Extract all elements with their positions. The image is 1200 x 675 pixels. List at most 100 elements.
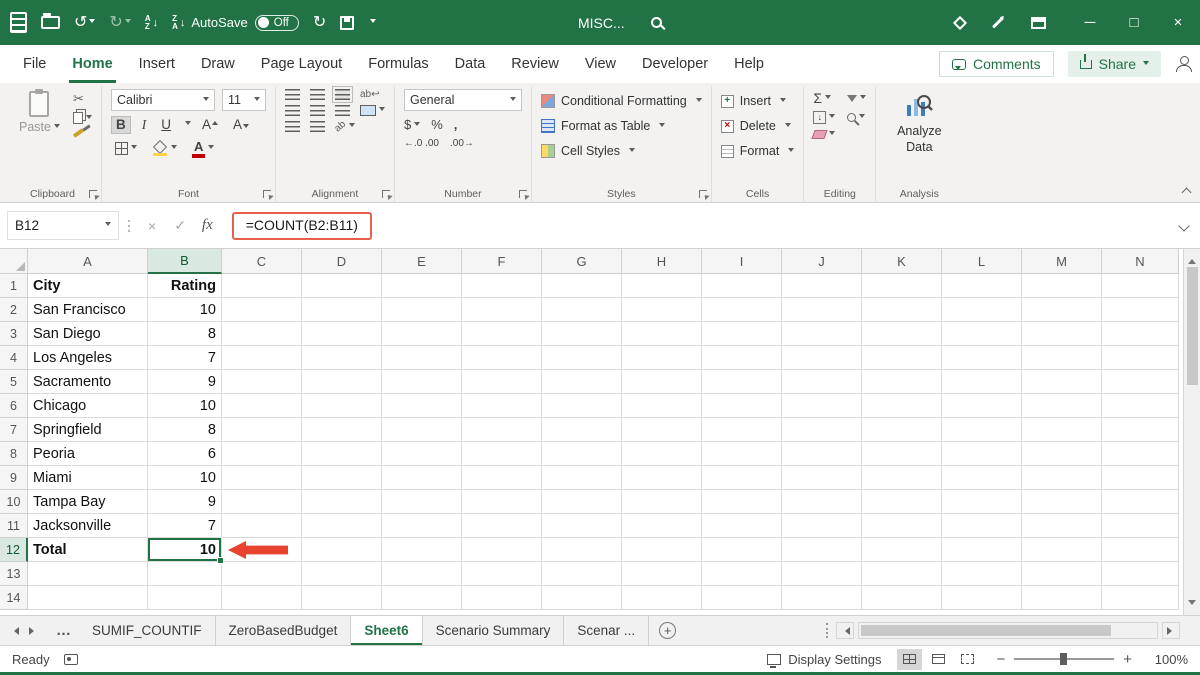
sort-descending-icon[interactable]: ZA↓ bbox=[172, 15, 185, 31]
column-header-B[interactable]: B bbox=[148, 249, 222, 274]
cell-F10[interactable] bbox=[462, 490, 542, 514]
customize-toolbar-chevron[interactable] bbox=[370, 19, 376, 26]
cancel-entry-icon[interactable]: × bbox=[148, 218, 156, 234]
cell-N2[interactable] bbox=[1102, 298, 1179, 322]
comma-style-button[interactable]: , bbox=[454, 117, 458, 132]
zoom-slider-thumb[interactable] bbox=[1060, 653, 1067, 665]
cell-F1[interactable] bbox=[462, 274, 542, 298]
align-center-button[interactable] bbox=[310, 105, 325, 116]
cell-D12[interactable] bbox=[302, 538, 382, 562]
cell-G14[interactable] bbox=[542, 586, 622, 610]
tab-draw[interactable]: Draw bbox=[188, 45, 248, 83]
cell-D14[interactable] bbox=[302, 586, 382, 610]
cell-C1[interactable] bbox=[222, 274, 302, 298]
cell-M11[interactable] bbox=[1022, 514, 1102, 538]
cell-I11[interactable] bbox=[702, 514, 782, 538]
cell-I14[interactable] bbox=[702, 586, 782, 610]
cell-K14[interactable] bbox=[862, 586, 942, 610]
cell-G8[interactable] bbox=[542, 442, 622, 466]
decrease-indent-button[interactable] bbox=[285, 121, 300, 132]
cell-E2[interactable] bbox=[382, 298, 462, 322]
open-file-icon[interactable] bbox=[41, 16, 60, 29]
format-as-table-button[interactable]: Format as Table bbox=[541, 116, 702, 136]
horizontal-scrollbar[interactable] bbox=[836, 616, 1200, 645]
row-header-4[interactable]: 4 bbox=[0, 346, 28, 370]
cell-G12[interactable] bbox=[542, 538, 622, 562]
cell-H4[interactable] bbox=[622, 346, 702, 370]
row-header-11[interactable]: 11 bbox=[0, 514, 28, 538]
increase-font-size-button[interactable]: A bbox=[198, 117, 222, 133]
cell-B4[interactable]: 7 bbox=[148, 346, 222, 370]
row-header-2[interactable]: 2 bbox=[0, 298, 28, 322]
cell-G3[interactable] bbox=[542, 322, 622, 346]
cell-M1[interactable] bbox=[1022, 274, 1102, 298]
cell-E3[interactable] bbox=[382, 322, 462, 346]
cell-A5[interactable]: Sacramento bbox=[28, 370, 148, 394]
cell-L10[interactable] bbox=[942, 490, 1022, 514]
sort-ascending-icon[interactable]: AZ↓ bbox=[145, 15, 158, 31]
close-button[interactable]: × bbox=[1156, 0, 1200, 45]
copy-button[interactable] bbox=[73, 112, 92, 124]
cell-F7[interactable] bbox=[462, 418, 542, 442]
cell-J2[interactable] bbox=[782, 298, 862, 322]
comments-button[interactable]: Comments bbox=[939, 51, 1054, 77]
cell-I4[interactable] bbox=[702, 346, 782, 370]
cell-I5[interactable] bbox=[702, 370, 782, 394]
cell-E1[interactable] bbox=[382, 274, 462, 298]
tab-developer[interactable]: Developer bbox=[629, 45, 721, 83]
maximize-button[interactable]: □ bbox=[1112, 0, 1156, 45]
zoom-in-button[interactable]: + bbox=[1123, 651, 1132, 668]
cell-G2[interactable] bbox=[542, 298, 622, 322]
scroll-left-icon[interactable] bbox=[836, 622, 854, 639]
cell-L5[interactable] bbox=[942, 370, 1022, 394]
page-break-view-button[interactable] bbox=[955, 649, 980, 670]
cell-N11[interactable] bbox=[1102, 514, 1179, 538]
cell-E8[interactable] bbox=[382, 442, 462, 466]
font-size-select[interactable]: 11 bbox=[222, 89, 266, 111]
number-format-select[interactable]: General bbox=[404, 89, 522, 111]
styles-dialog-launcher[interactable] bbox=[699, 190, 707, 198]
cell-L11[interactable] bbox=[942, 514, 1022, 538]
sheet-tab-zerobasedbudget[interactable]: ZeroBasedBudget bbox=[216, 616, 352, 645]
row-header-9[interactable]: 9 bbox=[0, 466, 28, 490]
tab-scroll-splitter[interactable] bbox=[826, 623, 828, 638]
vertical-scroll-thumb[interactable] bbox=[1187, 267, 1198, 385]
column-header-K[interactable]: K bbox=[862, 249, 942, 274]
macro-record-icon[interactable] bbox=[64, 654, 78, 665]
cell-D7[interactable] bbox=[302, 418, 382, 442]
collapse-ribbon-chevron[interactable] bbox=[1182, 188, 1192, 198]
fill-button[interactable]: ↓ bbox=[813, 111, 835, 124]
row-header-3[interactable]: 3 bbox=[0, 322, 28, 346]
cell-M9[interactable] bbox=[1022, 466, 1102, 490]
row-header-6[interactable]: 6 bbox=[0, 394, 28, 418]
cell-L8[interactable] bbox=[942, 442, 1022, 466]
column-header-L[interactable]: L bbox=[942, 249, 1022, 274]
font-name-select[interactable]: Calibri bbox=[111, 89, 215, 111]
merge-center-button[interactable] bbox=[360, 105, 385, 116]
cell-D2[interactable] bbox=[302, 298, 382, 322]
new-sheet-button[interactable]: + bbox=[659, 622, 676, 639]
autosum-button[interactable]: Σ bbox=[813, 91, 835, 105]
cell-M7[interactable] bbox=[1022, 418, 1102, 442]
cell-B10[interactable]: 9 bbox=[148, 490, 222, 514]
cell-F12[interactable] bbox=[462, 538, 542, 562]
cell-E14[interactable] bbox=[382, 586, 462, 610]
row-header-1[interactable]: 1 bbox=[0, 274, 28, 298]
cell-J7[interactable] bbox=[782, 418, 862, 442]
people-icon[interactable] bbox=[1175, 56, 1192, 72]
sheet-tab-scenar-[interactable]: Scenar ... bbox=[564, 616, 649, 645]
cell-J10[interactable] bbox=[782, 490, 862, 514]
cell-A6[interactable]: Chicago bbox=[28, 394, 148, 418]
tab-file[interactable]: File bbox=[10, 45, 59, 83]
cell-K9[interactable] bbox=[862, 466, 942, 490]
cell-F2[interactable] bbox=[462, 298, 542, 322]
cell-styles-button[interactable]: Cell Styles bbox=[541, 141, 702, 161]
cell-G1[interactable] bbox=[542, 274, 622, 298]
cell-J11[interactable] bbox=[782, 514, 862, 538]
row-header-12[interactable]: 12 bbox=[0, 538, 28, 562]
cell-N9[interactable] bbox=[1102, 466, 1179, 490]
column-header-G[interactable]: G bbox=[542, 249, 622, 274]
cell-B6[interactable]: 10 bbox=[148, 394, 222, 418]
cell-I1[interactable] bbox=[702, 274, 782, 298]
cell-A12[interactable]: Total bbox=[28, 538, 148, 562]
